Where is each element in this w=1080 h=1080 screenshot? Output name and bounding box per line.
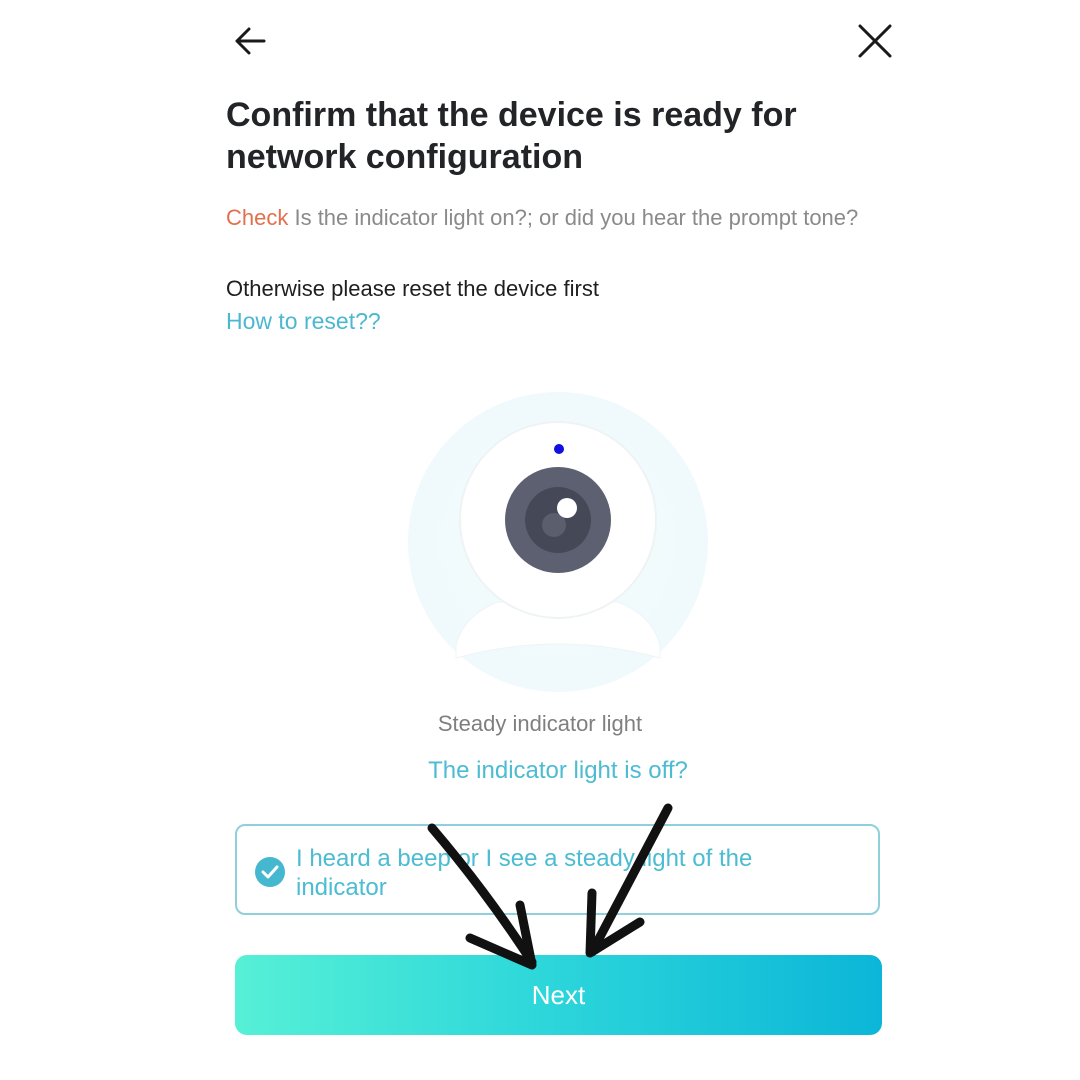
- check-instruction: Check Is the indicator light on?; or did…: [226, 206, 866, 230]
- check-label: Check: [226, 205, 289, 230]
- check-text: Is the indicator light on?; or did you h…: [288, 205, 859, 230]
- arrow-left-icon: [235, 27, 266, 55]
- camera-icon: [455, 421, 661, 659]
- how-to-reset-link[interactable]: How to reset??: [226, 308, 381, 335]
- confirm-checkbox-row[interactable]: I heard a beep or I see a steady light o…: [235, 824, 880, 915]
- camera-illustration: [408, 392, 708, 692]
- page-title: Confirm that the device is ready for net…: [226, 96, 797, 176]
- checkmark-icon: [261, 865, 279, 879]
- indicator-caption: Steady indicator light: [437, 711, 643, 736]
- confirm-checkbox[interactable]: [255, 857, 285, 887]
- next-button[interactable]: Next: [235, 955, 882, 1035]
- reset-instruction: Otherwise please reset the device first: [226, 276, 599, 301]
- close-button[interactable]: [851, 17, 899, 65]
- confirm-label: I heard a beep or I see a steady light o…: [296, 845, 753, 901]
- indicator-off-link[interactable]: The indicator light is off?: [0, 757, 1080, 785]
- close-icon: [858, 24, 892, 58]
- indicator-light: [554, 444, 564, 454]
- back-button[interactable]: [226, 17, 274, 65]
